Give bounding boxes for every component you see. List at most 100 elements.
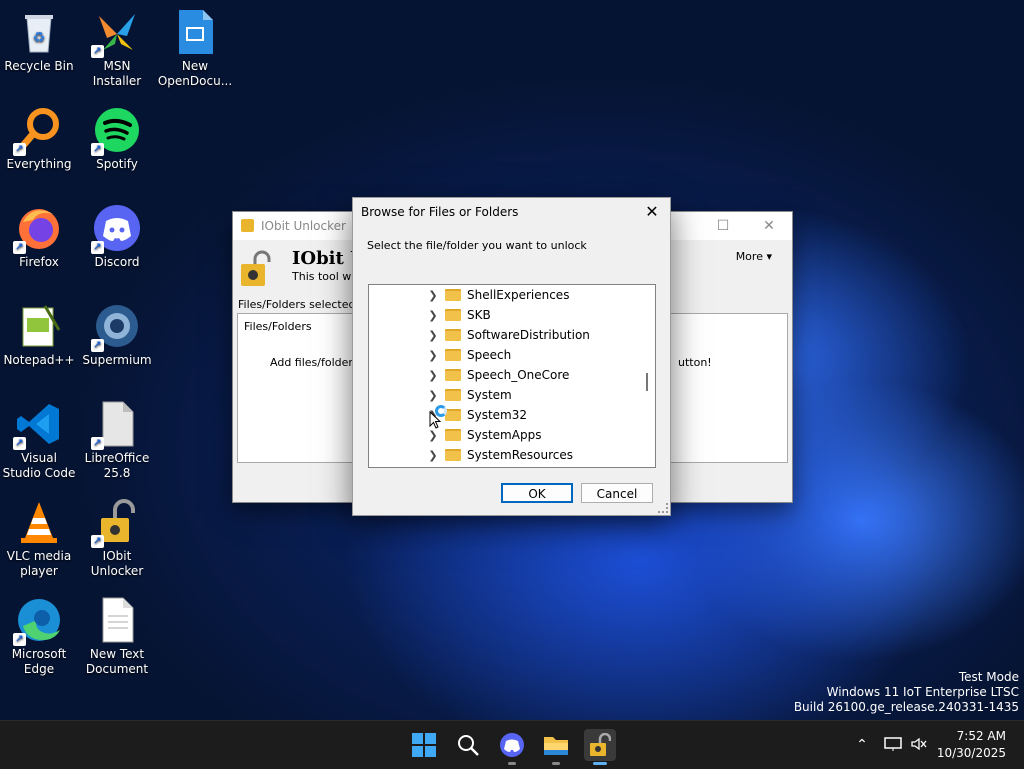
desktop-icon-discord[interactable]: ↗ Discord bbox=[79, 204, 155, 270]
volume-muted-icon[interactable] bbox=[910, 736, 928, 755]
clock-time: 7:52 AM bbox=[956, 729, 1006, 743]
test-mode-watermark: Test Mode Windows 11 IoT Enterprise LTSC… bbox=[793, 670, 1019, 714]
desktop-icon-supermium[interactable]: ↗ Supermium bbox=[79, 302, 155, 368]
desktop-icon-iobit-unlocker[interactable]: ↗ IObit Unlocker bbox=[79, 498, 155, 579]
unlocker-padlock-icon: ↗ bbox=[91, 498, 141, 548]
folder-icon bbox=[445, 289, 461, 301]
tree-item[interactable]: ❯System32 bbox=[369, 405, 639, 425]
tree-item[interactable]: ❯ System bbox=[369, 385, 639, 405]
mouse-cursor-icon bbox=[429, 410, 442, 432]
maximize-icon[interactable]: ☐ bbox=[700, 212, 746, 240]
folder-icon bbox=[445, 409, 461, 421]
folder-tree[interactable]: ❯ ShellExperiences ❯ SKB ❯ SoftwareDistribu… bbox=[368, 284, 656, 468]
files-selected-label: Files/Folders selected bbox=[238, 298, 356, 311]
notepadpp-icon bbox=[15, 302, 63, 350]
desktop-icon-new-text-document[interactable]: New Text Document bbox=[79, 596, 155, 677]
network-icon[interactable] bbox=[884, 736, 902, 755]
taskbar-iobit-unlocker[interactable] bbox=[584, 729, 616, 765]
desktop-icon-firefox[interactable]: ↗ Firefox bbox=[1, 204, 77, 270]
firefox-icon: ↗ bbox=[13, 204, 63, 254]
chevron-up-icon[interactable]: ⌃ bbox=[852, 737, 872, 753]
chevron-right-icon[interactable]: ❯ bbox=[427, 349, 439, 362]
tree-item[interactable]: ❯ SoftwareDistribution bbox=[369, 325, 639, 345]
discord-icon: ↗ bbox=[91, 204, 141, 254]
supermium-icon: ↗ bbox=[91, 302, 141, 352]
taskbar-clock[interactable]: 7:52 AM 10/30/2025 bbox=[937, 728, 1006, 762]
document-icon bbox=[171, 8, 219, 56]
files-column-header[interactable]: Files/Folders bbox=[244, 320, 312, 333]
ok-button[interactable]: OK bbox=[501, 483, 573, 503]
shortcut-arrow-icon: ↗ bbox=[91, 45, 104, 58]
search-icon bbox=[458, 735, 479, 756]
folder-icon bbox=[544, 737, 568, 755]
desktop-icon-everything[interactable]: ↗ Everything bbox=[1, 106, 77, 172]
iobit-window-title: IObit Unlocker bbox=[261, 219, 346, 233]
chevron-right-icon[interactable]: ❯ bbox=[427, 389, 439, 402]
folder-icon bbox=[445, 369, 461, 381]
shortcut-arrow-icon: ↗ bbox=[13, 143, 26, 156]
vscode-icon: ↗ bbox=[13, 400, 63, 450]
tree-scrollbar-thumb[interactable] bbox=[646, 373, 648, 391]
chevron-right-icon[interactable]: ❯ bbox=[427, 309, 439, 322]
desktop-icon-libreoffice[interactable]: ↗ LibreOffice 25.8 bbox=[79, 400, 155, 481]
magnifier-icon: ↗ bbox=[13, 106, 63, 156]
folder-icon bbox=[445, 389, 461, 401]
clock-date: 10/30/2025 bbox=[936, 746, 1006, 760]
app-small-icon bbox=[241, 219, 254, 232]
folder-icon bbox=[445, 429, 461, 441]
tree-item[interactable]: ❯ Speech bbox=[369, 345, 639, 365]
more-menu-button[interactable]: More ▾ bbox=[736, 250, 772, 263]
desktop-icon-recycle-bin[interactable]: ♻ Recycle Bin bbox=[1, 8, 77, 74]
cancel-button[interactable]: Cancel bbox=[581, 483, 653, 503]
dialog-close-button[interactable]: ✕ bbox=[640, 201, 664, 223]
shortcut-arrow-icon: ↗ bbox=[13, 437, 26, 450]
desktop-icon-spotify[interactable]: ↗ Spotify bbox=[79, 106, 155, 172]
tree-item[interactable]: ❯ SystemResources bbox=[369, 445, 639, 465]
taskbar-discord[interactable] bbox=[496, 729, 528, 765]
folder-icon bbox=[445, 309, 461, 321]
chevron-right-icon[interactable]: ❯ bbox=[427, 329, 439, 342]
msn-butterfly-icon: ↗ bbox=[91, 8, 141, 58]
windows-logo-icon bbox=[412, 733, 436, 757]
search-button[interactable] bbox=[452, 729, 484, 761]
desktop-icon-edge[interactable]: ↗ Microsoft Edge bbox=[1, 596, 77, 677]
shortcut-arrow-icon: ↗ bbox=[91, 143, 104, 156]
shortcut-arrow-icon: ↗ bbox=[13, 633, 26, 646]
chevron-right-icon[interactable]: ❯ bbox=[427, 289, 439, 302]
tree-item[interactable]: ❯ ShellExperiences bbox=[369, 285, 639, 305]
chevron-right-icon[interactable]: ❯ bbox=[427, 369, 439, 382]
folder-icon bbox=[445, 449, 461, 461]
resize-grip-icon[interactable] bbox=[658, 503, 668, 513]
desktop-icon-notepadpp[interactable]: Notepad++ bbox=[1, 302, 77, 368]
chevron-right-icon[interactable]: ❯ bbox=[427, 449, 439, 462]
desktop-icon-vlc[interactable]: VLC media player bbox=[1, 498, 77, 579]
desktop-icon-new-opendocument[interactable]: New OpenDocu... bbox=[157, 8, 233, 89]
spotify-icon: ↗ bbox=[91, 106, 141, 156]
shortcut-arrow-icon: ↗ bbox=[91, 535, 104, 548]
unlocker-padlock-icon bbox=[590, 733, 611, 756]
folder-icon bbox=[445, 349, 461, 361]
add-files-hint-tail: utton! bbox=[678, 356, 712, 369]
vlc-cone-icon bbox=[15, 498, 63, 546]
desktop-icon-vscode[interactable]: ↗ Visual Studio Code bbox=[1, 400, 77, 481]
start-button[interactable] bbox=[408, 729, 440, 761]
desktop-icon-msn-installer[interactable]: ↗ MSN Installer bbox=[79, 8, 155, 89]
edge-icon: ↗ bbox=[13, 596, 63, 646]
running-indicator bbox=[508, 762, 516, 765]
close-icon[interactable]: ✕ bbox=[746, 212, 792, 240]
shortcut-arrow-icon: ↗ bbox=[91, 339, 104, 352]
system-tray: ⌃ bbox=[852, 721, 928, 769]
libreoffice-icon: ↗ bbox=[91, 400, 141, 450]
tree-item[interactable]: ❯ SystemApps bbox=[369, 425, 639, 445]
running-indicator bbox=[593, 762, 607, 765]
discord-icon bbox=[500, 733, 524, 757]
close-icon: ✕ bbox=[645, 202, 659, 221]
taskbar-file-explorer[interactable] bbox=[540, 729, 572, 765]
shortcut-arrow-icon: ↗ bbox=[91, 241, 104, 254]
tree-item[interactable]: ❯ Speech_OneCore bbox=[369, 365, 639, 385]
tree-item[interactable]: ❯ SKB bbox=[369, 305, 639, 325]
taskbar: ⌃ 7:52 AM 10/30/2025 bbox=[0, 720, 1024, 769]
recycle-bin-icon: ♻ bbox=[15, 8, 63, 56]
svg-text:♻: ♻ bbox=[33, 30, 46, 46]
dialog-prompt: Select the file/folder you want to unloc… bbox=[367, 239, 587, 252]
